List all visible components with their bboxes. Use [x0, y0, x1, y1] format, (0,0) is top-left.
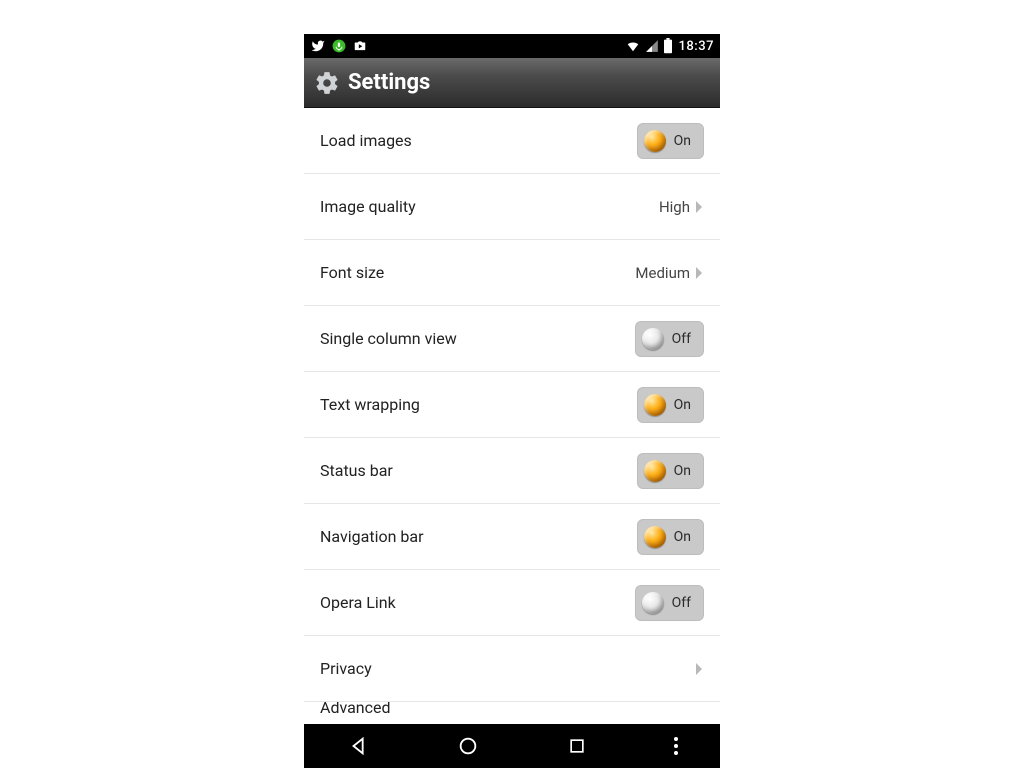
row-label: Single column view [320, 329, 457, 348]
row-label: Advanced [320, 702, 391, 717]
status-left [310, 39, 368, 53]
wifi-icon [625, 39, 641, 53]
app-bar: Settings [304, 58, 720, 108]
settings-list: Load images On Image quality High [304, 108, 720, 724]
battery-icon [663, 38, 673, 54]
toggle-label: On [674, 397, 691, 413]
toggle-label: On [674, 529, 691, 545]
toggle-label: Off [672, 331, 691, 347]
row-value: Medium [635, 264, 690, 282]
toggle-label: On [674, 133, 691, 149]
row-navigation-bar[interactable]: Navigation bar On [304, 504, 720, 570]
chevron-right-icon [694, 200, 704, 214]
toggle-load-images[interactable]: On [637, 123, 704, 159]
row-label: Text wrapping [320, 395, 420, 414]
toggle-status-bar[interactable]: On [637, 453, 704, 489]
nav-recents-button[interactable] [553, 727, 601, 765]
status-right: 18:37 [625, 38, 714, 54]
nav-home-button[interactable] [444, 727, 492, 765]
toggle-ball-icon [644, 394, 666, 416]
app-bar-title: Settings [348, 70, 430, 95]
phone-frame: 18:37 Settings Load images On [304, 34, 720, 768]
android-status-bar: 18:37 [304, 34, 720, 58]
play-store-icon [352, 39, 368, 53]
android-nav-bar [304, 724, 720, 768]
status-clock: 18:37 [679, 39, 714, 54]
chevron-right-icon [694, 266, 704, 280]
row-label: Font size [320, 263, 384, 282]
toggle-label: On [674, 463, 691, 479]
toggle-ball-icon [642, 592, 664, 614]
toggle-opera-link[interactable]: Off [635, 585, 704, 621]
twitter-icon [310, 39, 326, 53]
row-label: Image quality [320, 197, 416, 216]
mic-badge-icon [332, 39, 346, 53]
nav-menu-button[interactable] [662, 727, 690, 765]
chevron-right-icon [694, 662, 704, 676]
row-single-column[interactable]: Single column view Off [304, 306, 720, 372]
row-load-images[interactable]: Load images On [304, 108, 720, 174]
row-label: Status bar [320, 461, 393, 480]
settings-gear-icon [314, 70, 340, 96]
row-opera-link[interactable]: Opera Link Off [304, 570, 720, 636]
toggle-ball-icon [644, 460, 666, 482]
row-label: Load images [320, 131, 412, 150]
row-text-wrapping[interactable]: Text wrapping On [304, 372, 720, 438]
row-label: Privacy [320, 659, 372, 678]
row-value: High [659, 198, 690, 216]
toggle-ball-icon [642, 328, 664, 350]
toggle-navigation-bar[interactable]: On [637, 519, 704, 555]
row-label: Opera Link [320, 593, 396, 612]
toggle-label: Off [672, 595, 691, 611]
toggle-text-wrapping[interactable]: On [637, 387, 704, 423]
nav-back-button[interactable] [335, 727, 383, 765]
row-label: Navigation bar [320, 527, 424, 546]
row-status-bar[interactable]: Status bar On [304, 438, 720, 504]
row-advanced[interactable]: Advanced [304, 702, 720, 724]
toggle-ball-icon [644, 526, 666, 548]
cell-signal-icon [645, 39, 659, 53]
row-privacy[interactable]: Privacy [304, 636, 720, 702]
toggle-single-column[interactable]: Off [635, 321, 704, 357]
row-image-quality[interactable]: Image quality High [304, 174, 720, 240]
toggle-ball-icon [644, 130, 666, 152]
row-font-size[interactable]: Font size Medium [304, 240, 720, 306]
